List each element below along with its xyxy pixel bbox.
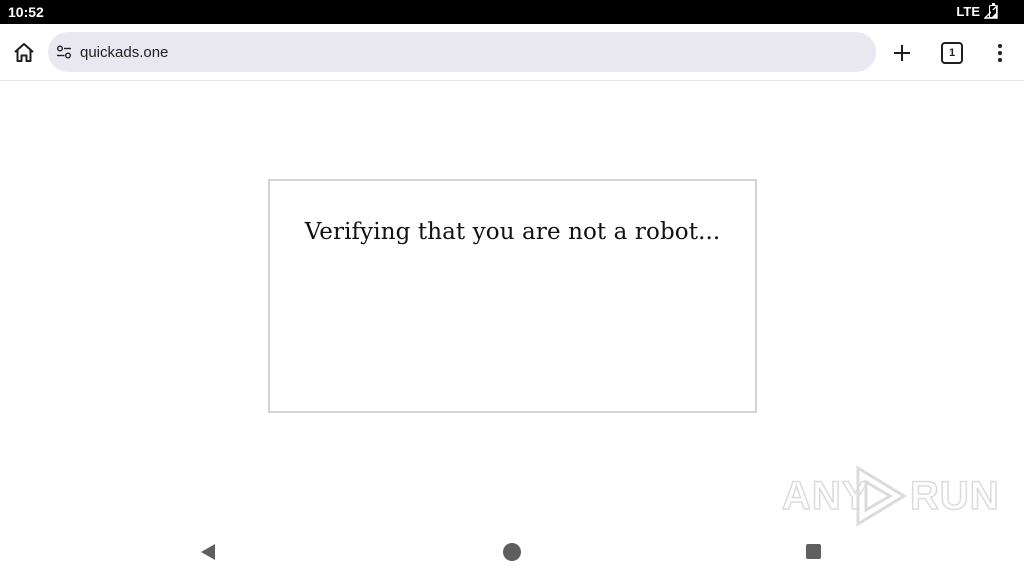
status-bar: 10:52 LTE bbox=[0, 0, 1024, 24]
anyrun-watermark: ANY RUN bbox=[781, 462, 999, 528]
watermark-text-right: RUN bbox=[909, 473, 1000, 519]
plus-icon[interactable] bbox=[890, 41, 914, 65]
network-label: LTE bbox=[956, 4, 980, 19]
browser-toolbar: quickads.one 1 bbox=[0, 24, 1024, 81]
verification-message: Verifying that you are not a robot... bbox=[304, 219, 721, 245]
battery-icon bbox=[989, 2, 997, 18]
site-settings-icon[interactable] bbox=[56, 44, 72, 60]
url-bar[interactable]: quickads.one bbox=[48, 32, 876, 72]
verification-box: Verifying that you are not a robot... bbox=[268, 179, 757, 413]
navigation-bar bbox=[0, 528, 1024, 576]
recents-icon[interactable] bbox=[806, 544, 821, 559]
tabs-icon[interactable]: 1 bbox=[941, 42, 963, 64]
back-icon[interactable] bbox=[199, 543, 217, 561]
more-vert-icon[interactable] bbox=[990, 41, 1010, 65]
home-icon[interactable] bbox=[10, 39, 38, 67]
status-time: 10:52 bbox=[8, 4, 44, 20]
tab-count: 1 bbox=[948, 47, 956, 59]
home-circle-icon[interactable] bbox=[503, 543, 521, 561]
play-logo-icon bbox=[856, 465, 907, 527]
url-text[interactable]: quickads.one bbox=[80, 44, 168, 61]
